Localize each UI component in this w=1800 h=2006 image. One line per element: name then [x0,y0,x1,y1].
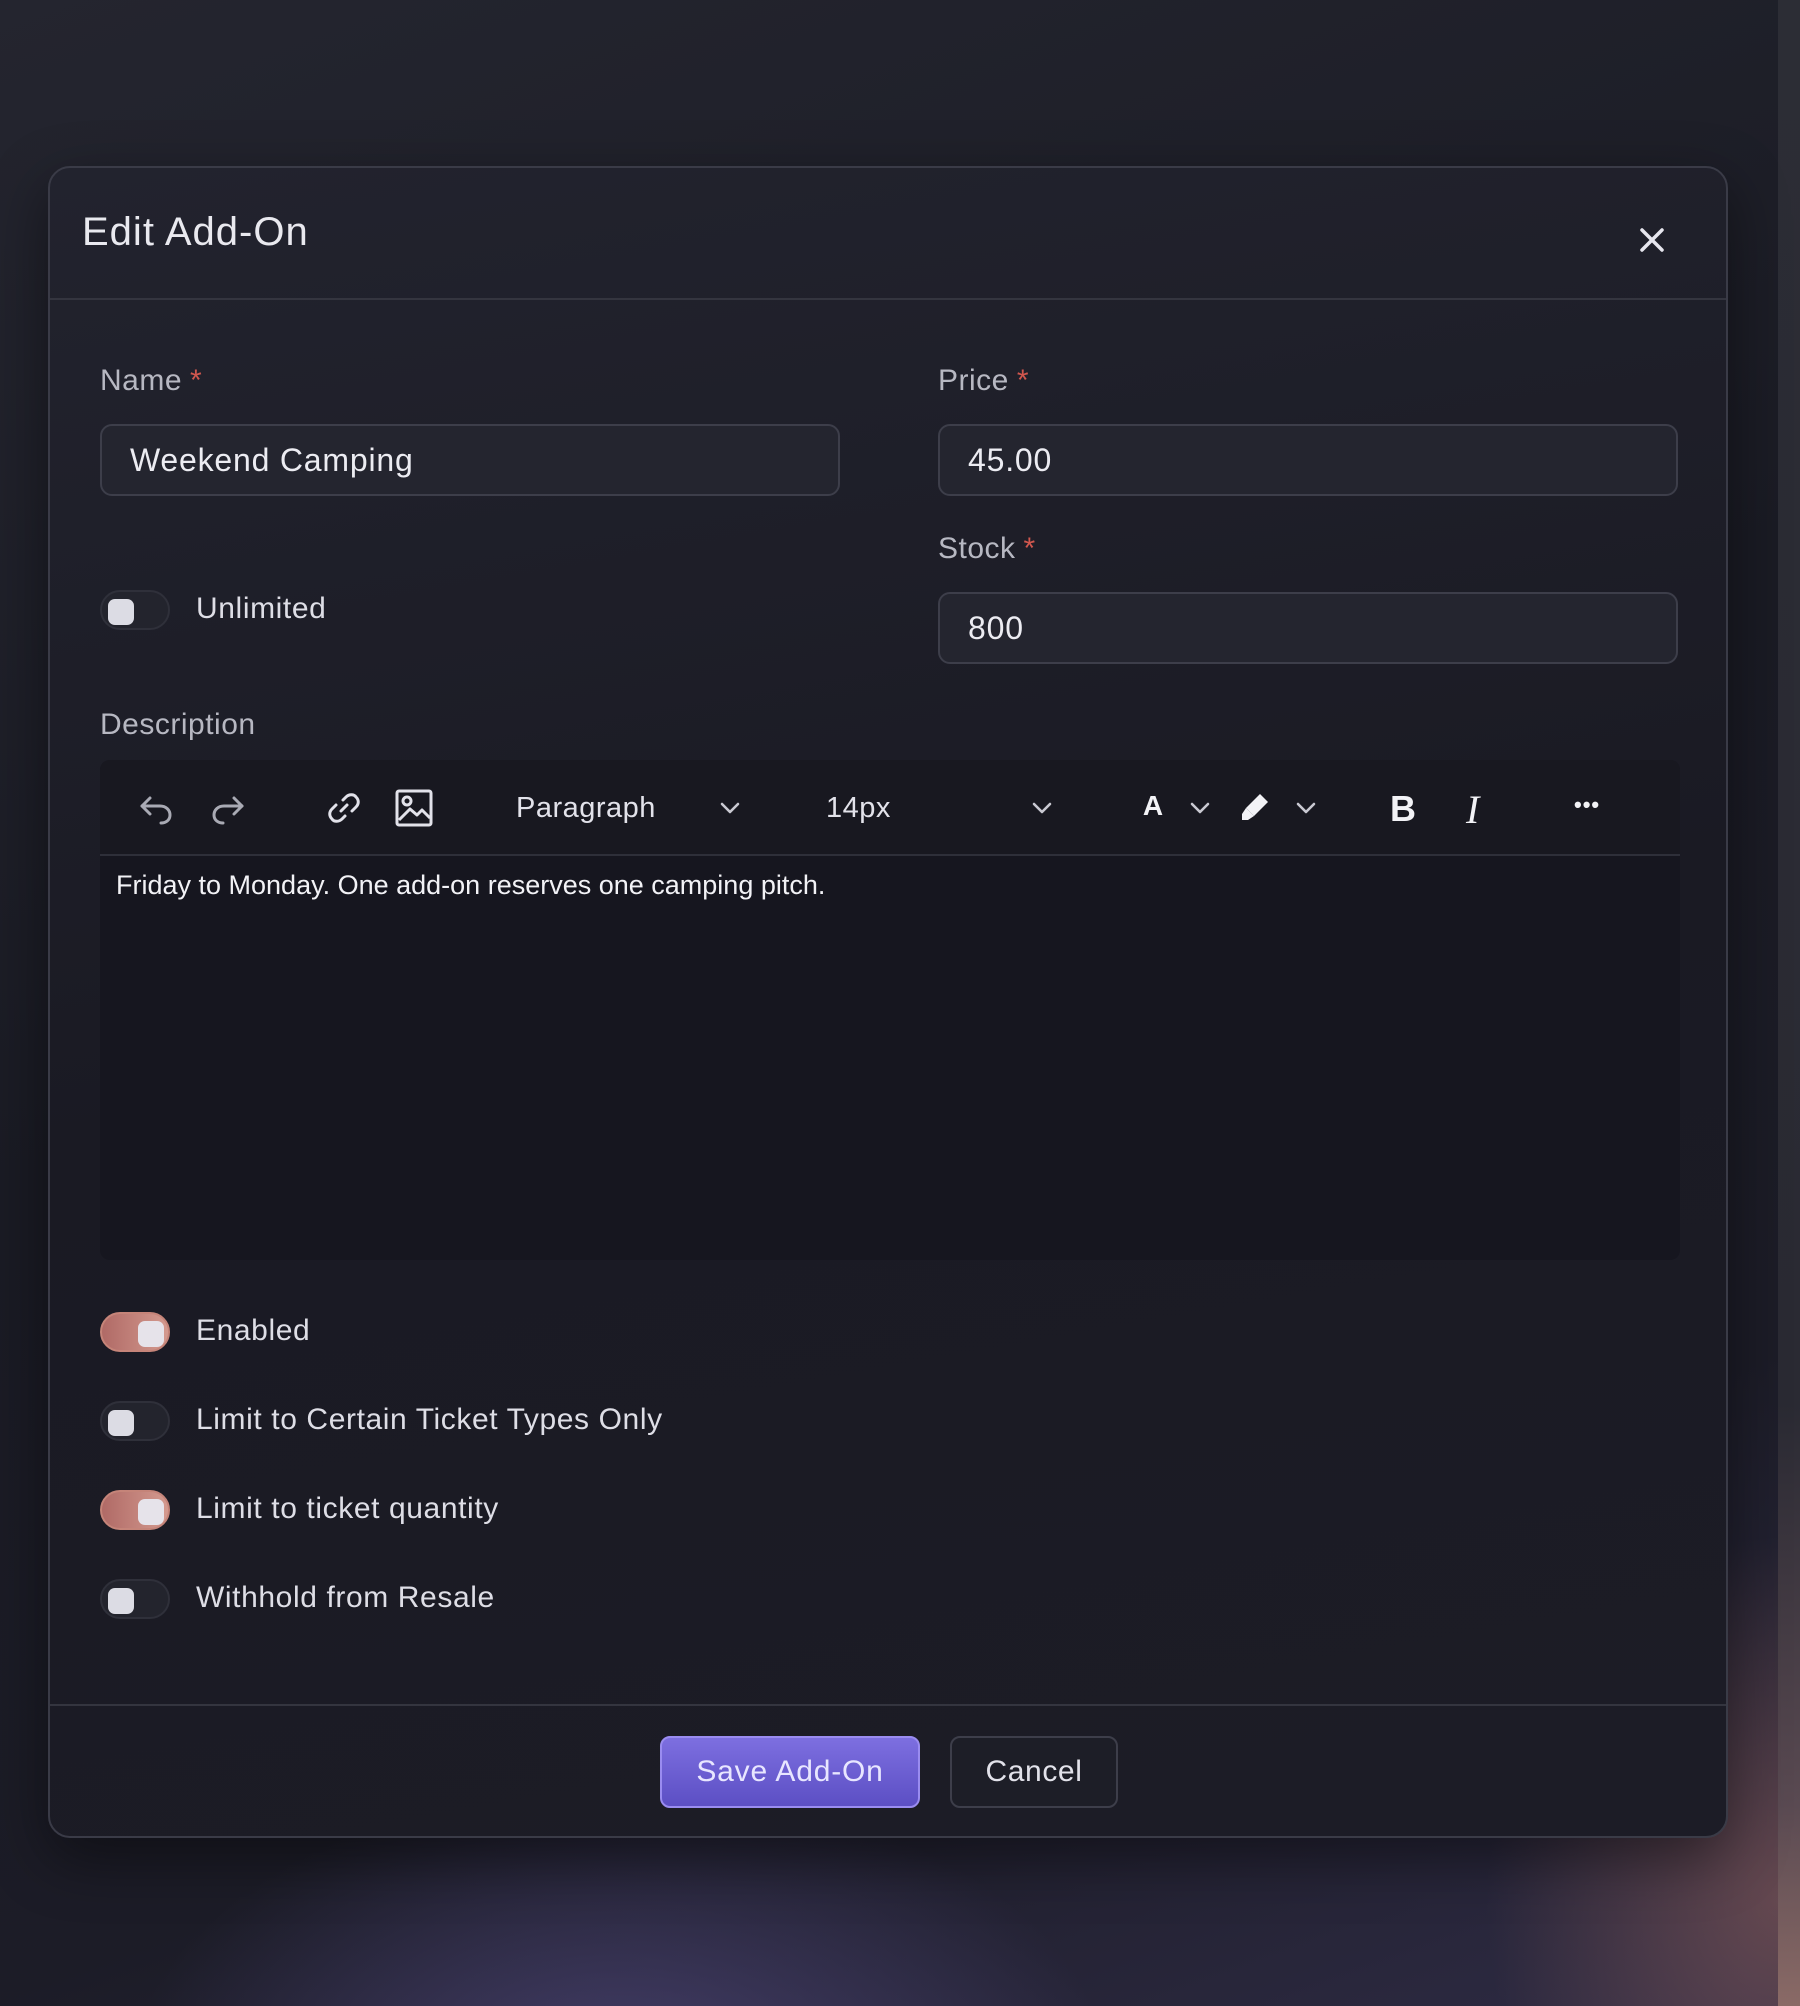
font-size-value: 14px [826,792,891,824]
price-label: Price * [938,364,1030,397]
dialog-header: Edit Add-On [50,168,1726,300]
description-editor[interactable]: Paragraph 14px A B I ••• Friday to Monda… [100,760,1680,1260]
redo-icon [212,796,244,825]
dialog-title: Edit Add-On [82,210,309,254]
limit-ticket-quantity-label: Limit to ticket quantity [196,1492,499,1525]
required-mark: * [1016,364,1030,397]
editor-content[interactable]: Friday to Monday. One add-on reserves on… [116,870,1664,901]
required-mark: * [1023,532,1036,565]
undo-button[interactable] [136,788,176,833]
more-options-button[interactable]: ••• [1572,784,1622,830]
highlighter-icon [1242,794,1268,820]
window-edge [1778,0,1800,2006]
chevron-down-icon [1190,802,1210,814]
image-icon [395,789,433,827]
block-format-dropdown[interactable]: Paragraph [516,784,756,830]
description-label: Description [100,708,256,741]
font-size-dropdown[interactable]: 14px [826,784,1066,830]
stock-label: Stock * [938,532,1036,565]
toggle-knob [108,1588,134,1614]
edit-addon-dialog: Edit Add-On Name* Price* Unlimited Stock… [48,166,1728,1838]
name-input[interactable] [100,424,840,496]
withhold-from-resale-toggle[interactable] [100,1579,170,1619]
italic-button[interactable]: I [1460,784,1500,832]
stock-input[interactable] [938,592,1678,664]
font-color-button[interactable]: A [1138,784,1218,830]
dialog-footer: Save Add-On Cancel [50,1704,1726,1840]
insert-link-button[interactable] [324,788,364,833]
link-icon [328,793,360,823]
editor-toolbar: Paragraph 14px A B I ••• [100,760,1680,856]
font-color-icon: A [1142,790,1164,821]
bold-icon: B [1390,788,1416,829]
name-label: Name * [100,364,203,397]
toggle-knob [138,1321,164,1347]
withhold-from-resale-label: Withhold from Resale [196,1581,495,1614]
close-icon [1640,228,1664,252]
highlight-color-button[interactable] [1238,784,1324,830]
cancel-button[interactable]: Cancel [950,1736,1118,1808]
chevron-down-icon [1032,802,1052,814]
block-format-value: Paragraph [516,792,656,824]
bold-button[interactable]: B [1386,784,1426,830]
toggle-knob [108,599,134,625]
more-icon: ••• [1574,792,1601,817]
toggle-knob [138,1499,164,1525]
redo-button[interactable] [208,788,248,833]
chevron-down-icon [1296,802,1316,814]
save-addon-button[interactable]: Save Add-On [660,1736,920,1808]
close-button[interactable] [1632,220,1672,260]
limit-ticket-quantity-toggle[interactable] [100,1490,170,1530]
toggle-knob [108,1410,134,1436]
limit-ticket-types-toggle[interactable] [100,1401,170,1441]
insert-image-button[interactable] [394,788,434,833]
chevron-down-icon [720,802,740,814]
limit-ticket-types-label: Limit to Certain Ticket Types Only [196,1403,663,1436]
unlimited-label: Unlimited [196,592,327,625]
italic-icon: I [1466,787,1480,832]
undo-icon [140,796,172,825]
unlimited-toggle[interactable] [100,590,170,630]
enabled-label: Enabled [196,1314,311,1347]
required-mark: * [190,364,203,397]
price-input[interactable] [938,424,1678,496]
enabled-toggle[interactable] [100,1312,170,1352]
